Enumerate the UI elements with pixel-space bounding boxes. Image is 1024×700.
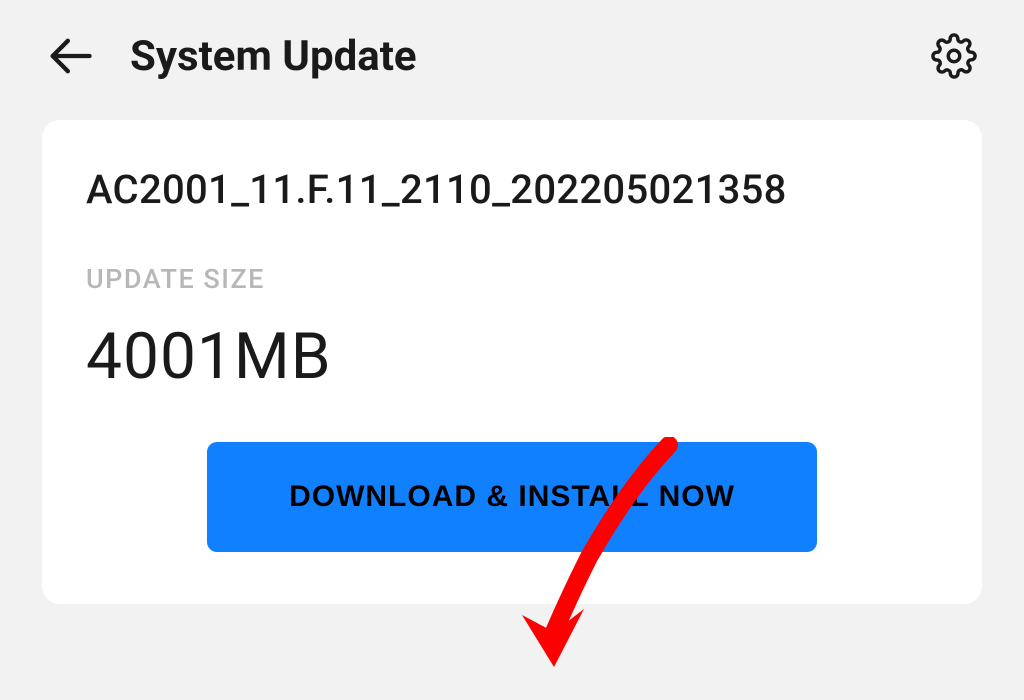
settings-button[interactable] [926,28,982,84]
gear-icon [931,33,977,79]
arrow-left-icon [44,30,96,82]
update-card: AC2001_11.F.11_2110_202205021358 UPDATE … [42,120,982,604]
back-button[interactable] [42,28,98,84]
update-version: AC2001_11.F.11_2110_202205021358 [86,164,938,215]
page-header: System Update [0,0,1024,112]
update-size-value: 4001MB [86,319,938,394]
download-install-button[interactable]: DOWNLOAD & INSTALL NOW [207,442,817,552]
page-title: System Update [130,32,417,81]
update-size-label: UPDATE SIZE [86,263,938,295]
